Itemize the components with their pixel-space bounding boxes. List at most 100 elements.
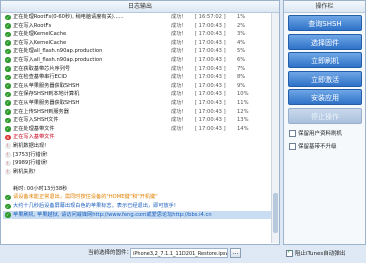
- log-row: ✓ 请设备未能正常退出，需同时按住设备的"HOME键"和"开机键": [3, 193, 273, 202]
- stop-operation-button[interactable]: 停止操作: [288, 107, 362, 124]
- activate-now-button[interactable]: 立即激活: [288, 70, 362, 87]
- firmware-path-field[interactable]: iPhone3,2_7.1.1_11D201_Restore.ipsw: [130, 248, 228, 258]
- check-icon: ✓: [5, 14, 11, 20]
- check-icon: ✓: [5, 203, 11, 210]
- log-progress: 9%: [237, 82, 246, 89]
- log-row: ✓ 正在处理KernelCache 成功！ [ 17:00:43 ] 3%: [3, 30, 273, 39]
- log-timestamp: [ 17:00:43 ]: [195, 39, 226, 46]
- log-row: ✕ 正在写入基带文件: [3, 133, 273, 142]
- check-icon: ✓: [5, 74, 11, 81]
- flash-now-button[interactable]: 立即刷机: [288, 52, 362, 68]
- status-bar: 当前选择的固件： iPhone3,2_7.1.1_11D201_Restore.…: [0, 245, 366, 263]
- check-icon: ✓: [5, 66, 11, 72]
- checkbox-box[interactable]: [289, 143, 296, 150]
- log-progress: 7%: [237, 65, 246, 72]
- log-timestamp: [ 16:57:02 ]: [195, 14, 226, 20]
- log-message: 正在写入all_flash.n90ap.production: [13, 56, 103, 63]
- log-row: ✓ 正在处理all_flash.n90ap.production 成功！ [ 17:0…: [3, 47, 273, 56]
- operations-panel: 操作栏 查询SHSH 选择固件 立即刷机 立即激活 安装应用 停止操作 保留用户资料刷机 …: [283, 0, 366, 245]
- log-message: 正在处理KernelCache: [13, 31, 67, 38]
- check-icon: ✓: [5, 48, 11, 55]
- log-progress: 8%: [237, 74, 246, 81]
- log-status: 成功！: [171, 65, 187, 72]
- query-shsh-button[interactable]: 查询SHSH: [288, 15, 362, 31]
- log-message: 正在写入基带文件: [13, 134, 55, 141]
- log-row: ✓ 正在从苹果服务器获取SHSH 成功！ [ 17:00:43 ] 11%: [3, 99, 273, 108]
- log-progress: 3%: [237, 31, 246, 38]
- log-status: 成功！: [171, 117, 187, 124]
- log-timestamp: [ 17:00:43 ]: [195, 31, 226, 38]
- log-message: 耗时: 00小时13分38秒: [13, 185, 68, 192]
- log-status: 成功！: [171, 56, 187, 63]
- checkbox-checked-icon[interactable]: [286, 249, 293, 257]
- log-scrollbar[interactable]: [271, 13, 279, 243]
- checkbox-box[interactable]: [289, 130, 296, 137]
- log-row: ✓ 正在从苹果服务器获取SHSH 成功！ [ 17:00:43 ] 9%: [3, 82, 273, 91]
- operations-panel-title: 操作栏: [284, 1, 365, 13]
- select-firmware-button[interactable]: 选择固件: [288, 33, 362, 50]
- log-progress: 10%: [237, 91, 249, 98]
- log-status: 成功！: [171, 39, 187, 46]
- log-message: 正在获取基带芯片序列号: [13, 65, 71, 72]
- log-timestamp: [ 17:00:43 ]: [195, 74, 226, 81]
- log-row: 耗时: 00小时13分38秒: [3, 185, 273, 194]
- log-message: 刷机失败!: [13, 168, 36, 175]
- log-message: 正在保存SHSH到本地计算机: [13, 91, 80, 98]
- log-row: ✓ 正在写入KernelCache 成功！ [ 17:00:43 ] 4%: [3, 39, 273, 48]
- install-app-button[interactable]: 安装应用: [288, 89, 362, 105]
- warning-icon: !: [5, 160, 11, 167]
- check-icon: ✓: [5, 91, 11, 98]
- log-progress: 11%: [237, 99, 249, 106]
- log-row: [3, 176, 273, 185]
- check-icon: ✓: [5, 117, 11, 124]
- log-message: [9989]行错误!: [13, 160, 48, 167]
- log-timestamp: [ 17:00:43 ]: [195, 117, 226, 124]
- log-row: ✓ 正在检查基带串行ECID 成功！ [ 17:00:43 ] 8%: [3, 73, 273, 82]
- log-row: ✓ 正在上传SHSH到服务器 成功！ [ 17:00:43 ] 12%: [3, 108, 273, 117]
- log-message: [3753]行错误!: [13, 151, 48, 158]
- keep-baseband-checkbox[interactable]: 保留基带不升级: [289, 142, 337, 150]
- log-row: ! [3753]行错误!: [3, 151, 273, 160]
- log-row: ✓ 正在处理RootFs(0-60秒), 稍电脑请度有关)...... 成功！ [ 1…: [3, 13, 273, 22]
- keep-user-data-label: 保留用户资料刷机: [298, 131, 343, 137]
- log-progress: 4%: [237, 39, 246, 46]
- check-icon: ✓: [5, 212, 11, 218]
- log-timestamp: [ 17:00:43 ]: [195, 91, 226, 98]
- log-timestamp: [ 17:00:43 ]: [195, 99, 226, 106]
- log-timestamp: [ 17:00:43 ]: [195, 56, 226, 63]
- check-icon: ✓: [5, 109, 11, 115]
- log-timestamp: [ 17:00:43 ]: [195, 48, 226, 55]
- log-status: 成功！: [171, 125, 187, 132]
- log-message: 刷机数据出现!: [13, 142, 47, 149]
- block-itunes-label: 阻止iTunes自动弹出: [295, 251, 346, 257]
- log-timestamp: [ 17:00:43 ]: [195, 22, 226, 29]
- log-panel: 日志输出 ✓ 正在处理RootFs(0-60秒), 稍电脑请度有关)...... 成…: [0, 0, 280, 245]
- log-status: 成功！: [171, 82, 187, 89]
- keep-baseband-label: 保留基带不升级: [298, 144, 337, 150]
- log-row: ! 刷机数据出现!: [3, 142, 273, 151]
- log-progress: 1%: [237, 14, 246, 20]
- keep-user-data-checkbox[interactable]: 保留用户资料刷机: [289, 129, 342, 137]
- log-message: 正在写入RootFs: [13, 22, 52, 29]
- scrollbar-thumb[interactable]: [273, 193, 278, 233]
- log-row: ! [9989]行错误!: [3, 159, 273, 168]
- log-status: 成功！: [171, 99, 187, 106]
- log-message: 正在从苹果服务器获取SHSH: [13, 99, 80, 106]
- log-row: ✓ 正在写入RootFs 成功！ [ 17:00:43 ] 2%: [3, 22, 273, 31]
- log-status: 成功！: [171, 14, 187, 20]
- log-progress: 2%: [237, 22, 246, 29]
- warning-icon: !: [5, 143, 11, 149]
- log-message: 大约十几秒后设备屏幕出现白色的苹果标志，表示已经退出，即可放手!: [13, 203, 176, 210]
- log-message: 苹果刷机, 苹果越狱, 请访问威锋网http://www.feng.com或爱思…: [13, 211, 212, 218]
- log-timestamp: [ 17:00:43 ]: [195, 65, 226, 72]
- firmware-label: 当前选择的固件：: [88, 250, 133, 256]
- browse-firmware-button[interactable]: …: [230, 248, 241, 258]
- log-row: ✓ 正在保存SHSH到本地计算机 成功！ [ 17:00:43 ] 10%: [3, 90, 273, 99]
- log-timestamp: [ 17:00:43 ]: [195, 82, 226, 89]
- log-progress: 12%: [237, 108, 249, 115]
- log-status: 成功！: [171, 31, 187, 38]
- error-icon: ✕: [5, 134, 11, 141]
- block-itunes-checkbox[interactable]: 阻止iTunes自动弹出: [286, 249, 345, 257]
- log-message: 请设备未能正常退出，需同时按住设备的"HOME键"和"开机键": [13, 194, 158, 201]
- log-message: 正在检查基带串行ECID: [13, 74, 67, 81]
